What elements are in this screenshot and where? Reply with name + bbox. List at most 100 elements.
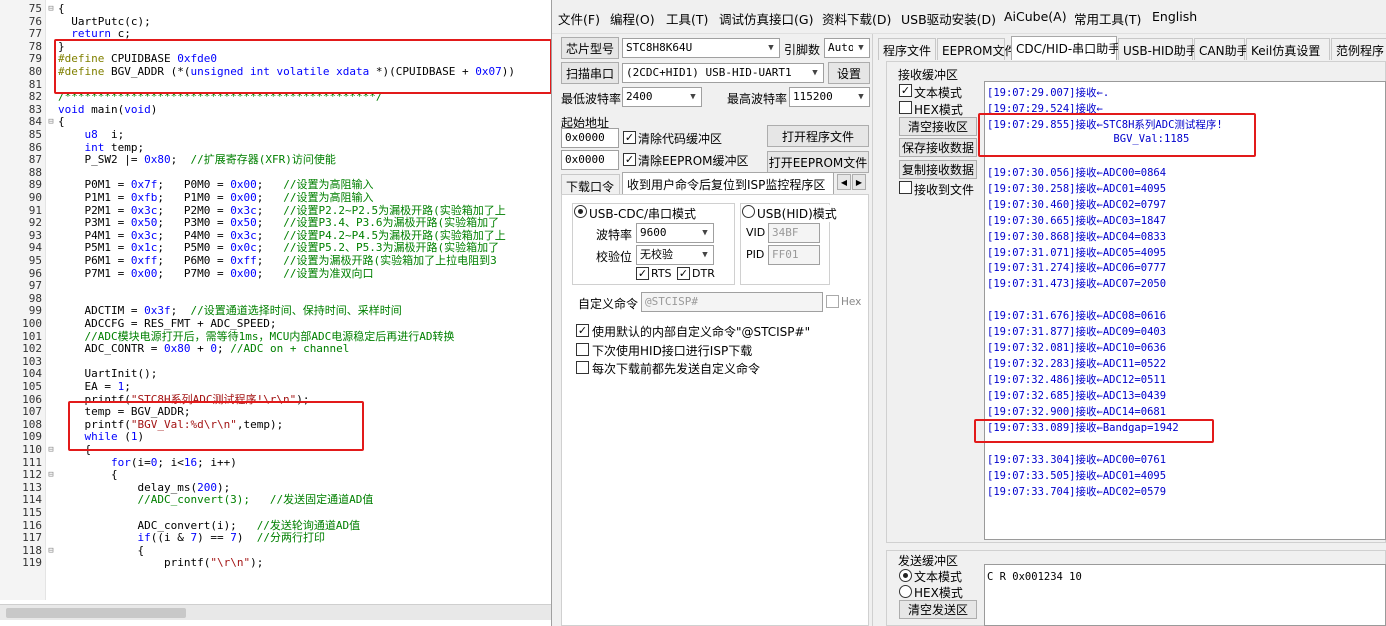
- tab-keil-settings[interactable]: Keil仿真设置: [1246, 38, 1330, 60]
- vid-label: VID: [746, 226, 766, 239]
- baud-select[interactable]: 9600 ▼: [636, 223, 714, 243]
- tx-text-area[interactable]: C R 0x001234 10: [984, 564, 1386, 626]
- clear-eeprom-checkbox[interactable]: ✓: [623, 153, 636, 166]
- code-address-input[interactable]: 0x0000: [561, 128, 619, 148]
- fold-icon[interactable]: ⊟: [47, 469, 55, 482]
- code-token: 200: [197, 480, 217, 494]
- tab-scroll-right-icon[interactable]: ▶: [852, 174, 866, 190]
- copy-rx-button[interactable]: 复制接收数据: [899, 160, 977, 179]
- tab-serial-assistant[interactable]: CDC/HID-串口助手: [1011, 36, 1120, 60]
- cdc-mode-radio[interactable]: [574, 205, 587, 218]
- horizontal-scrollbar[interactable]: [0, 604, 551, 620]
- pid-input[interactable]: FF01: [768, 245, 820, 265]
- tab-download-password[interactable]: 下载口令: [561, 174, 620, 196]
- dtr-label: DTR: [692, 267, 715, 280]
- default-command-checkbox[interactable]: ✓: [576, 324, 589, 337]
- code-token: 0x00: [230, 266, 257, 280]
- menu-common-tools[interactable]: 常用工具(T): [1074, 9, 1141, 28]
- code-token: void: [124, 102, 151, 116]
- open-eeprom-file-button[interactable]: 打开EEPROM文件: [767, 151, 869, 173]
- hid-mode-label: USB(HID)模式: [757, 205, 837, 222]
- rx-line: [19:07:30.460]接收←ADC02=0797: [987, 198, 1167, 211]
- code-line: 102 ADC_CONTR = 0x80 + 0; //ADC on + cha…: [0, 342, 551, 356]
- save-rx-button[interactable]: 保存接收数据: [899, 138, 977, 157]
- line-number: 95: [28, 254, 42, 267]
- code-line: 77 return c;: [0, 27, 551, 41]
- rts-checkbox[interactable]: ✓: [636, 267, 649, 280]
- chip-model-select[interactable]: STC8H8K64U ▼: [622, 38, 780, 58]
- rx-text-area[interactable]: [19:07:29.007]接收←. [19:07:29.524]接收← [19:0…: [984, 81, 1386, 540]
- clear-code-checkbox[interactable]: ✓: [623, 131, 636, 144]
- custom-command-input[interactable]: @STCISP#: [641, 292, 823, 312]
- rx-to-file-checkbox[interactable]: [899, 181, 912, 194]
- code-token: ;: [256, 178, 284, 192]
- parity-select[interactable]: 无校验 ▼: [636, 245, 714, 265]
- tab-isp-reset[interactable]: 收到用户命令后复位到ISP监控程序区: [622, 172, 834, 196]
- code-token: //设置通道选择时间、保持时间、采样时间: [190, 304, 402, 318]
- menu-downloads[interactable]: 资料下载(D): [822, 9, 891, 28]
- hid-mode-radio[interactable]: [742, 205, 755, 218]
- hid-isp-checkbox[interactable]: [576, 343, 589, 356]
- code-token: +: [190, 342, 211, 356]
- tab-can[interactable]: CAN助手: [1194, 38, 1249, 60]
- fold-icon[interactable]: ⊟: [47, 545, 55, 558]
- tab-program-file[interactable]: 程序文件: [878, 38, 936, 60]
- clear-tx-button[interactable]: 清空发送区: [899, 600, 977, 619]
- tx-hex-mode-radio[interactable]: [899, 585, 912, 598]
- min-baud-select[interactable]: 2400 ▼: [622, 87, 702, 107]
- tab-usb-hid[interactable]: USB-HID助手: [1118, 38, 1198, 60]
- rx-hex-mode-checkbox[interactable]: [899, 101, 912, 114]
- settings-button[interactable]: 设置: [828, 62, 870, 84]
- code-token: temp = BGV_ADDR;: [58, 405, 191, 419]
- code-token: P_SW2 |=: [58, 153, 145, 167]
- code-token: return: [58, 27, 111, 41]
- code-token: ;: [124, 380, 131, 393]
- eeprom-address-input[interactable]: 0x0000: [561, 150, 619, 170]
- line-number: 77: [28, 27, 42, 41]
- code-token: ;: [256, 241, 284, 255]
- menu-program[interactable]: 编程(O): [610, 9, 655, 28]
- code-token: 0x3c: [230, 228, 257, 242]
- code-token: P3M1 =: [58, 216, 131, 230]
- tab-eeprom-file[interactable]: EEPROM文件: [937, 38, 1017, 60]
- code-token: ; i<: [157, 455, 184, 469]
- chevron-down-icon: ▼: [685, 88, 701, 106]
- vid-input[interactable]: 34BF: [768, 223, 820, 243]
- scan-port-button[interactable]: 扫描串口: [561, 62, 619, 84]
- pin-count-select[interactable]: Auto ▼: [824, 38, 870, 58]
- chip-model-button[interactable]: 芯片型号: [561, 37, 619, 59]
- code-token: printf(: [58, 556, 211, 570]
- tab-scroll-left-icon[interactable]: ◀: [837, 174, 851, 190]
- menu-tools[interactable]: 工具(T): [666, 9, 708, 28]
- hex-checkbox[interactable]: [826, 295, 839, 308]
- port-select[interactable]: (2CDC+HID1) USB-HID-UART1 ▼: [622, 63, 824, 83]
- menu-file[interactable]: 文件(F): [558, 9, 600, 28]
- scrollbar-thumb[interactable]: [6, 608, 186, 618]
- menu-aicube[interactable]: AiCube(A): [1004, 9, 1067, 24]
- menu-english[interactable]: English: [1152, 9, 1197, 24]
- open-program-file-button[interactable]: 打开程序文件: [767, 125, 869, 147]
- fold-icon[interactable]: ⊟: [47, 116, 55, 129]
- code-token: "\r\n": [210, 556, 251, 570]
- send-before-download-checkbox[interactable]: [576, 361, 589, 374]
- min-baud-label: 最低波特率: [561, 92, 622, 106]
- code-line: 119 printf("\r\n");: [0, 556, 551, 570]
- tx-text-mode-radio[interactable]: [899, 569, 912, 582]
- line-number: 82: [28, 90, 42, 104]
- code-token: "STC8H系列ADC测试程序!\r\n": [130, 392, 297, 406]
- menu-usb-driver[interactable]: USB驱动安装(D): [901, 9, 996, 28]
- menu-debug-interface[interactable]: 调试仿真接口(G): [719, 9, 813, 28]
- tab-examples[interactable]: 范例程序: [1331, 38, 1386, 60]
- rx-to-file-label: 接收到文件: [914, 183, 975, 197]
- fold-icon[interactable]: ⊟: [47, 3, 55, 16]
- code-token: ;: [256, 191, 284, 204]
- max-baud-select[interactable]: 115200 ▼: [789, 87, 870, 107]
- rx-text-mode-checkbox[interactable]: ✓: [899, 84, 912, 97]
- code-editor[interactable]: 75 ⊟{76 UartPutc(c); 77 return c; 78} 79 #def…: [0, 0, 552, 626]
- dtr-checkbox[interactable]: ✓: [677, 267, 690, 280]
- fold-icon[interactable]: ⊟: [47, 444, 55, 457]
- code-token: ADCCFG = RES_FMT + ADC_SPEED;: [58, 317, 277, 330]
- clear-rx-button[interactable]: 清空接收区: [899, 117, 977, 136]
- rx-line: [19:07:32.486]接收←ADC12=0511: [987, 374, 1167, 387]
- code-token: //分两行打印: [256, 531, 325, 545]
